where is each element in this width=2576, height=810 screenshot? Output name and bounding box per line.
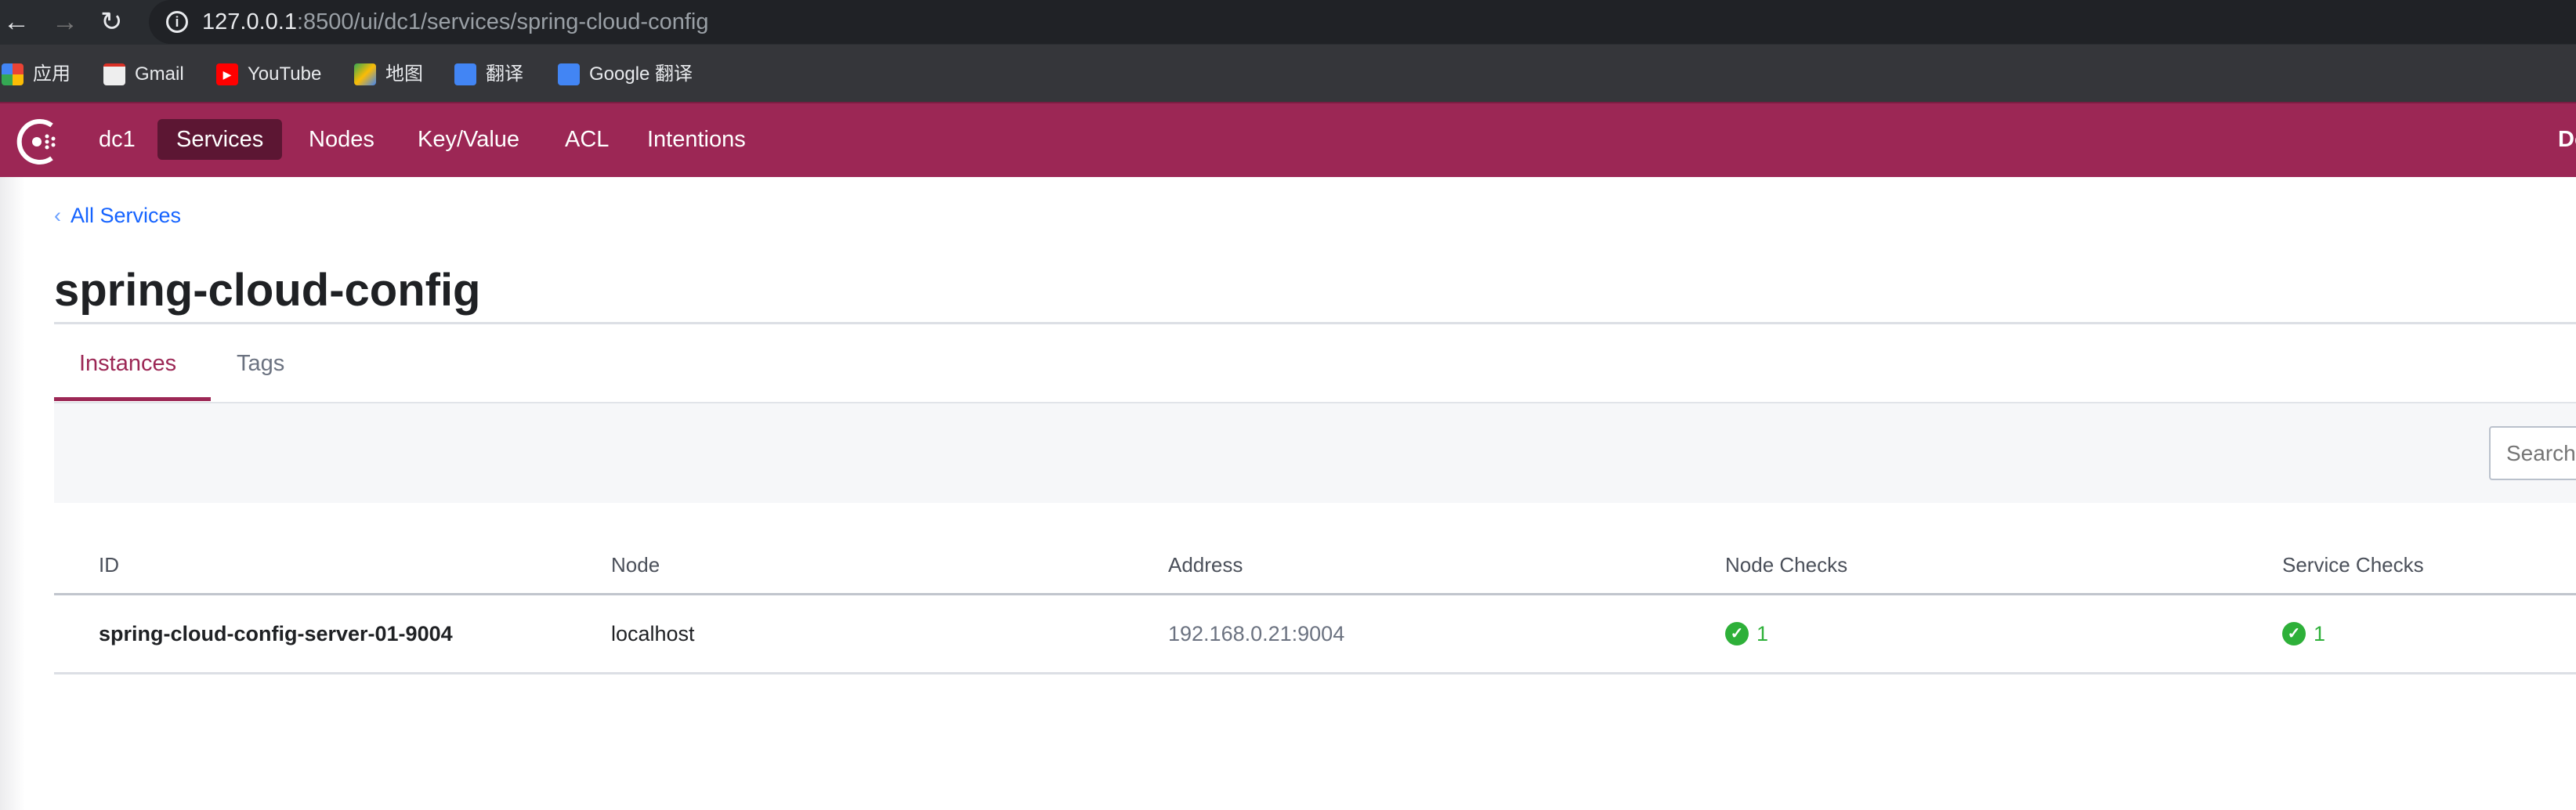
url-host: 127.0.0.1	[202, 9, 297, 34]
bookmark-google-translate[interactable]: Google 翻译	[558, 60, 693, 89]
back-arrow-icon[interactable]: ←	[3, 5, 30, 39]
breadcrumb-label: All Services	[71, 204, 182, 227]
node-checks-count: 1	[1757, 622, 1769, 645]
bookmark-label: YouTube	[248, 63, 322, 85]
column-header-node[interactable]: Node	[611, 551, 660, 578]
maps-icon	[354, 63, 376, 85]
youtube-icon: ▶	[216, 63, 238, 85]
row-divider	[54, 672, 2576, 674]
bookmark-label: 应用	[33, 63, 71, 85]
active-tab-indicator	[54, 397, 211, 401]
consul-logo-icon[interactable]	[16, 118, 64, 166]
nav-acl[interactable]: ACL	[546, 119, 628, 160]
instance-id-link[interactable]: spring-cloud-config-server-01-9004	[99, 620, 453, 647]
column-header-node-checks[interactable]: Node Checks	[1725, 551, 1847, 578]
url-path: :8500/ui/dc1/services/spring-cloud-confi…	[296, 9, 709, 34]
column-header-service-checks[interactable]: Service Checks	[2282, 551, 2424, 578]
datacenter-selector[interactable]: dc1	[80, 119, 154, 160]
filter-bar	[54, 403, 2576, 503]
bookmark-label: Gmail	[135, 63, 184, 85]
nav-nodes[interactable]: Nodes	[290, 119, 393, 160]
tab-instances[interactable]: Instances	[79, 349, 176, 378]
forward-arrow-icon[interactable]: →	[52, 5, 78, 39]
bookmark-youtube[interactable]: ▶ YouTube	[216, 60, 321, 89]
nav-services[interactable]: Services	[157, 119, 283, 160]
breadcrumb-all-services[interactable]: ‹ All Services	[54, 202, 181, 229]
translate-icon	[558, 63, 580, 85]
service-checks-count: 1	[2314, 622, 2326, 645]
gmail-icon	[103, 63, 125, 85]
chevron-left-icon: ‹	[54, 204, 61, 227]
bookmark-translate[interactable]: 翻译	[454, 60, 523, 89]
bookmark-label: 地图	[385, 63, 423, 85]
page-title: spring-cloud-config	[54, 265, 481, 316]
column-header-id[interactable]: ID	[99, 551, 119, 578]
check-passing-icon: ✓	[1725, 622, 1749, 645]
reload-icon[interactable]: ↻	[100, 5, 123, 39]
nav-key-value[interactable]: Key/Value	[399, 119, 538, 160]
nav-intentions[interactable]: Intentions	[628, 119, 765, 160]
left-edge	[0, 177, 25, 810]
instance-address: 192.168.0.21:9004	[1168, 622, 1345, 645]
check-passing-icon: ✓	[2282, 622, 2306, 645]
service-checks-status: ✓ 1	[2282, 620, 2325, 647]
tab-tags[interactable]: Tags	[237, 349, 284, 378]
bookmark-gmail[interactable]: Gmail	[103, 60, 184, 89]
instance-node[interactable]: localhost	[611, 620, 695, 647]
bookmark-apps[interactable]: 应用	[2, 60, 71, 89]
nav-docs[interactable]: Do	[2539, 119, 2576, 160]
info-icon[interactable]: i	[166, 11, 188, 33]
search-input[interactable]	[2489, 426, 2576, 480]
column-header-address[interactable]: Address	[1168, 551, 1243, 578]
node-checks-status: ✓ 1	[1725, 620, 1768, 647]
translate-icon	[454, 63, 476, 85]
bookmark-maps[interactable]: 地图	[354, 60, 423, 89]
url-text[interactable]: 127.0.0.1:8500/ui/dc1/services/spring-cl…	[202, 8, 708, 36]
bookmark-label: 翻译	[486, 63, 523, 85]
table-header-divider	[54, 593, 2576, 595]
title-divider	[54, 322, 2576, 324]
bookmark-label: Google 翻译	[589, 63, 693, 85]
apps-grid-icon	[2, 63, 24, 85]
